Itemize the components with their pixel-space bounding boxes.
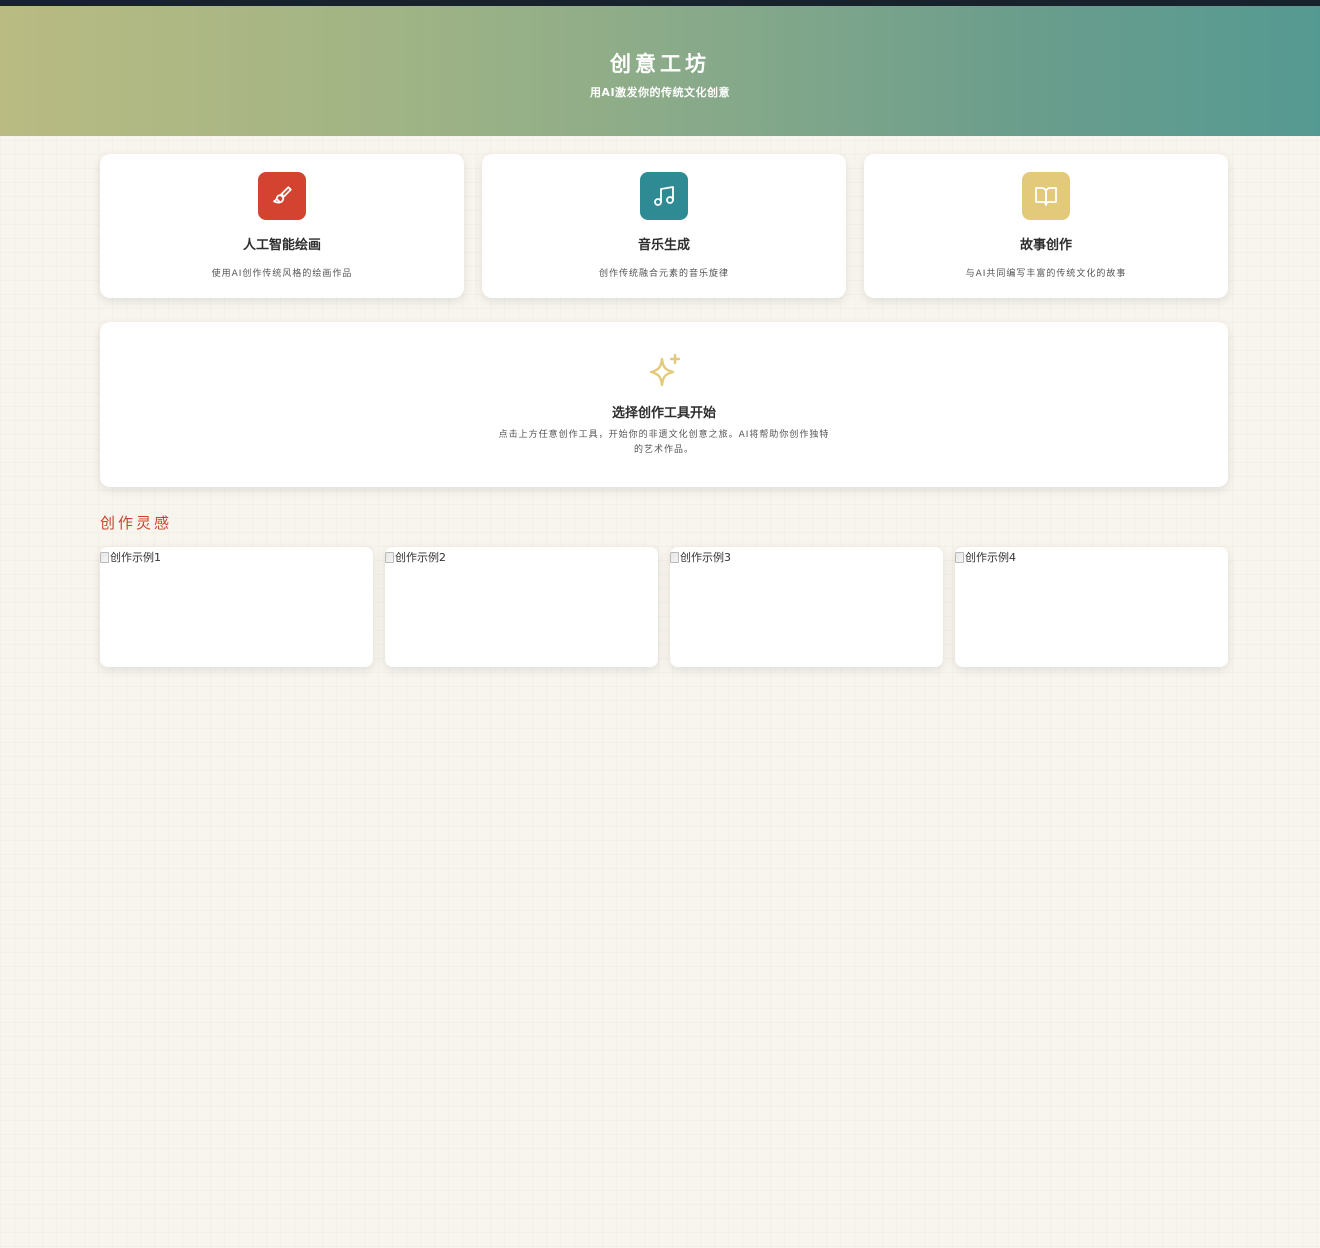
inspiration-example-card[interactable]: 创作示例3 — [670, 547, 943, 667]
hero-banner: 创意工坊 用AI激发你的传统文化创意 — [0, 6, 1320, 136]
broken-image-icon — [385, 551, 394, 563]
example-image: 创作示例1 — [100, 549, 161, 565]
start-panel-title: 选择创作工具开始 — [611, 406, 716, 421]
example-image: 创作示例2 — [385, 549, 446, 565]
example-image-alt: 创作示例1 — [110, 551, 161, 564]
music-note-icon — [640, 172, 688, 220]
tool-description: 使用AI创作传统风格的绘画作品 — [211, 269, 353, 279]
tool-title: 音乐生成 — [637, 238, 690, 253]
inspiration-example-card[interactable]: 创作示例1 — [100, 547, 373, 667]
tool-card-music-generation[interactable]: 音乐生成 创作传统融合元素的音乐旋律 — [482, 154, 846, 298]
sparkle-icon — [649, 353, 681, 387]
inspiration-section-title: 创作灵感 — [100, 514, 173, 532]
example-image: 创作示例3 — [670, 549, 731, 565]
tool-title: 人工智能绘画 — [242, 238, 321, 253]
example-image-alt: 创作示例2 — [395, 551, 446, 564]
page-title: 创意工坊 — [610, 51, 710, 76]
tool-description: 与AI共同编写丰富的传统文化的故事 — [965, 269, 1127, 279]
broken-image-icon — [100, 551, 109, 563]
open-book-icon — [1022, 172, 1070, 220]
example-image: 创作示例4 — [955, 549, 1016, 565]
example-image-alt: 创作示例3 — [680, 551, 731, 564]
page-subtitle: 用AI激发你的传统文化创意 — [589, 86, 731, 99]
start-panel: 选择创作工具开始 点击上方任意创作工具，开始你的非遗文化创意之旅。AI将帮助你创… — [100, 322, 1228, 487]
inspiration-example-card[interactable]: 创作示例2 — [385, 547, 658, 667]
tool-card-story-creation[interactable]: 故事创作 与AI共同编写丰富的传统文化的故事 — [864, 154, 1228, 298]
tool-title: 故事创作 — [1019, 238, 1072, 253]
tool-card-ai-painting[interactable]: 人工智能绘画 使用AI创作传统风格的绘画作品 — [100, 154, 464, 298]
broken-image-icon — [955, 551, 964, 563]
start-panel-description: 点击上方任意创作工具，开始你的非遗文化创意之旅。AI将帮助你创作独特的艺术作品。 — [498, 430, 830, 455]
broken-image-icon — [670, 551, 679, 563]
tool-description: 创作传统融合元素的音乐旋律 — [598, 269, 729, 279]
example-image-alt: 创作示例4 — [965, 551, 1016, 564]
inspiration-example-card[interactable]: 创作示例4 — [955, 547, 1228, 667]
paintbrush-icon — [258, 172, 306, 220]
